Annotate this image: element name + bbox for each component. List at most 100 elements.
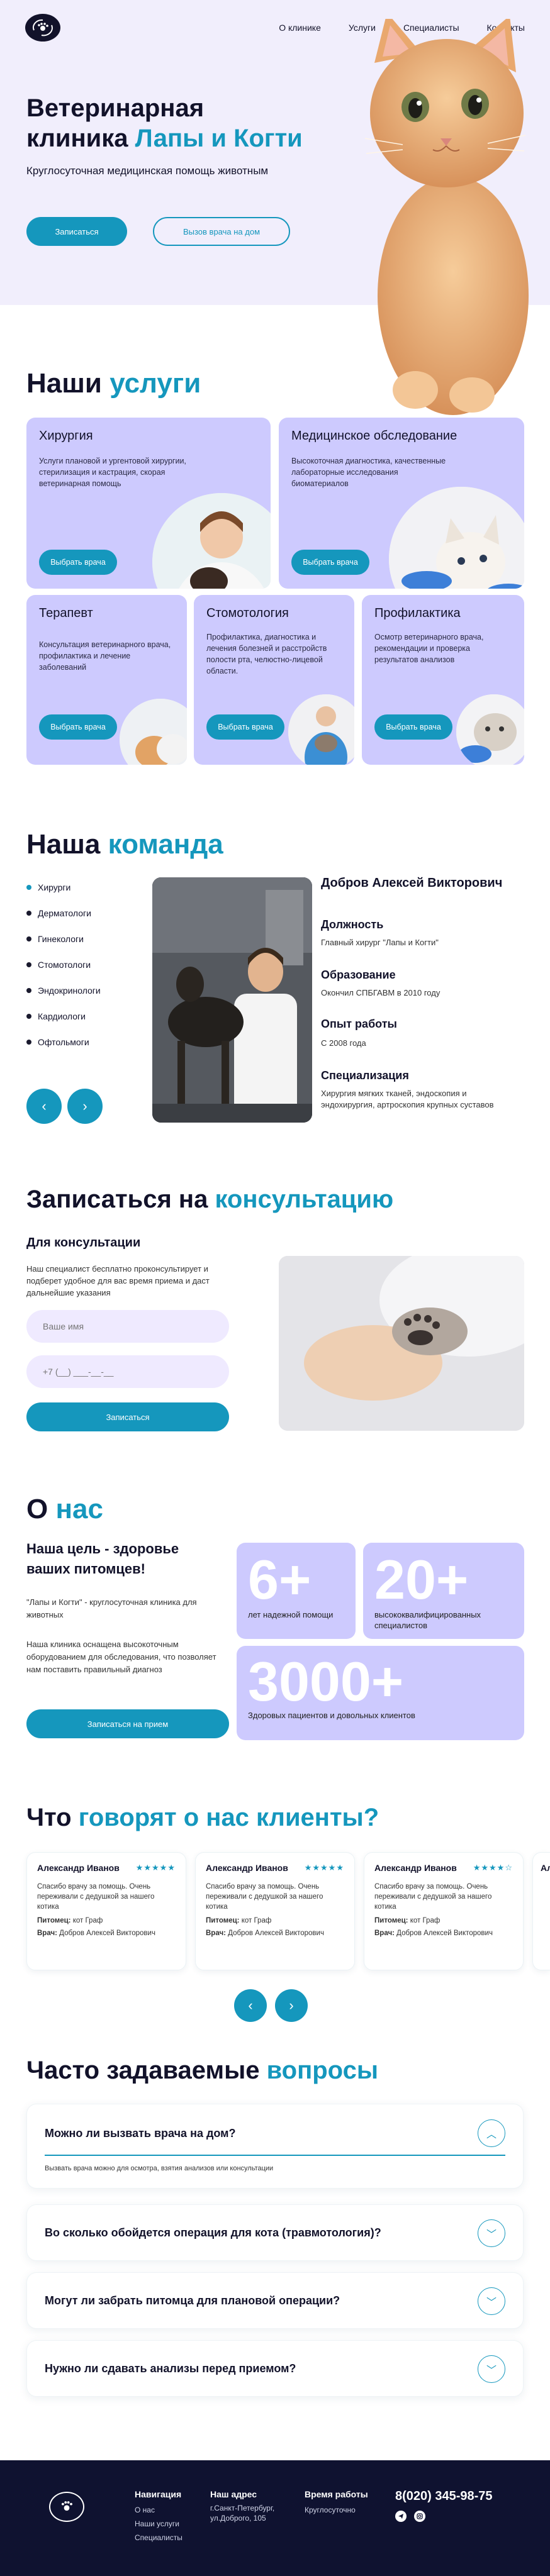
faq-title-plain: Часто задаваемые [26, 2057, 267, 2084]
chevron-down-icon[interactable]: ﹀ [478, 2355, 505, 2383]
about-title: О нас [26, 1494, 103, 1525]
stat-caption: лет надежной помощи [248, 1610, 334, 1619]
doctor-spec: Хирургия мягких тканей, эндоскопия и энд… [321, 1089, 494, 1109]
name-input[interactable] [26, 1310, 229, 1343]
specialty-label: Гинекологи [38, 933, 84, 944]
telegram-icon[interactable] [395, 2511, 407, 2522]
choose-doctor-button[interactable]: Выбрать врача [39, 550, 117, 575]
hero-title-line1: Ветеринарная [26, 94, 205, 122]
clinic-logo[interactable] [25, 14, 60, 42]
footer-phone[interactable]: 8(020) 345-98-75 [395, 2489, 493, 2504]
footer-logo[interactable] [49, 2492, 84, 2522]
choose-doctor-button[interactable]: Выбрать врача [39, 714, 117, 740]
about-heading: Наша цель - здоровье ваших питомцев! [26, 1541, 179, 1577]
specialty-item[interactable]: Стомотологи [26, 952, 101, 977]
chevron-up-icon[interactable]: ︿ [478, 2119, 505, 2147]
consult-title: Записаться на консультацию [26, 1185, 393, 1214]
service-card-text: Профилактика, диагностика и лечения боле… [206, 633, 327, 675]
choose-doctor-button[interactable]: Выбрать врача [206, 714, 284, 740]
specialty-label: Стомотологи [38, 959, 91, 970]
footer-address-heading: Наш адрес [210, 2489, 257, 2499]
footer-socials [395, 2511, 425, 2522]
faq-question: Могут ли забрать питомца для плановой оп… [45, 2294, 340, 2307]
footer-link-specialists[interactable]: Специалисты [135, 2531, 182, 2545]
about-title-accent: нас [55, 1494, 103, 1524]
review-doctor-value: Добров Алексей Викторович [59, 1929, 155, 1937]
specialty-label: Эндокринологи [38, 985, 101, 996]
service-card-exam[interactable]: Медицинское обследование Высокоточная ди… [279, 418, 524, 589]
review-text: Спасибо врачу за помощь. Очень переживал… [374, 1883, 492, 1911]
faq-title: Часто задаваемые вопросы [26, 2057, 378, 2085]
surgeon-photo [152, 493, 271, 589]
service-card-text: Высокоточная диагностика, качественные л… [291, 457, 446, 488]
team-prev-button[interactable]: ‹ [26, 1089, 62, 1124]
stat-value: 6+ [248, 1548, 311, 1611]
faq-answer: Вызвать врача можно для осмотра, взятия … [45, 2165, 274, 2172]
team-title: Наша команда [26, 829, 223, 860]
specialty-item[interactable]: Эндокринологи [26, 977, 101, 1003]
hero-title-line2: клиника [26, 125, 135, 152]
specialty-item[interactable]: Дерматологи [26, 900, 101, 926]
nav-about[interactable]: О клинике [279, 23, 321, 33]
cat-exam-photo [389, 487, 524, 589]
home-call-button[interactable]: Вызов врача на дом [153, 217, 290, 246]
doctor-spec-heading: Специализация [321, 1069, 409, 1082]
review-author: Александр [541, 1863, 550, 1873]
consult-title-accent: консультацию [215, 1185, 394, 1213]
faq-item[interactable]: Могут ли забрать питомца для плановой оп… [26, 2272, 524, 2329]
chevron-down-icon[interactable]: ﹀ [478, 2219, 505, 2247]
stat-caption: Здоровых пациентов и довольных клиентов [248, 1711, 415, 1720]
reviews-prev-button[interactable]: ‹ [234, 1989, 267, 2022]
bullet-icon [26, 987, 31, 993]
doctor-education-heading: Образование [321, 969, 396, 981]
faq-item[interactable]: Нужно ли сдавать анализы перед приемом? … [26, 2340, 524, 2397]
review-card: Александр Иванов ★★★★★ Спасибо врачу за … [26, 1852, 186, 1970]
specialty-label: Офтольмоги [38, 1036, 89, 1047]
service-card-dentistry[interactable]: Стомотология Профилактика, диагностика и… [194, 595, 354, 765]
specialty-item[interactable]: Хирурги [26, 874, 101, 900]
faq-item-open[interactable]: Можно ли вызвать врача на дом? ︿ Вызвать… [26, 2104, 524, 2189]
review-pet: Питомец: кот Граф [374, 1917, 513, 1924]
choose-doctor-button[interactable]: Выбрать врача [291, 550, 369, 575]
service-card-prevention[interactable]: Профилактика Осмотр ветеринарного врача,… [362, 595, 524, 765]
review-doctor-label: Врач: [37, 1929, 57, 1937]
hero-title-brand: Лапы и Когти [135, 125, 303, 152]
service-card-title: Профилактика [374, 606, 461, 620]
review-card: Александр Иванов ★★★★☆ Спасибо врачу за … [364, 1852, 524, 1970]
choose-doctor-button[interactable]: Выбрать врача [374, 714, 452, 740]
footer-nav: Навигация О нас Наши услуги Специалисты [135, 2489, 182, 2545]
specialty-item[interactable]: Кардиологи [26, 1003, 101, 1029]
chevron-left-icon: ‹ [42, 1098, 47, 1114]
bullet-icon [26, 962, 31, 967]
specialty-item[interactable]: Офтольмоги [26, 1029, 101, 1055]
specialty-label: Кардиологи [38, 1011, 86, 1021]
about-paragraph-1: "Лапы и Когти" - круглосуточная клиника … [26, 1597, 197, 1619]
instagram-icon[interactable] [414, 2511, 425, 2522]
stat-years: 6+ лет надежной помощи [237, 1543, 356, 1639]
stat-caption: высококвалифицированных специалистов [374, 1610, 481, 1630]
specialty-item[interactable]: Гинекологи [26, 926, 101, 952]
paw-logo-icon [33, 19, 53, 36]
reviews-next-button[interactable]: › [275, 1989, 308, 2022]
consult-submit-button[interactable]: Записаться [26, 1402, 229, 1431]
consult-description: Наш специалист бесплатно проконсультируе… [26, 1264, 210, 1297]
review-pet-label: Питомец: [37, 1917, 71, 1924]
service-card-therapist[interactable]: Терапевт Консультация ветеринарного врач… [26, 595, 187, 765]
service-card-surgery[interactable]: Хирургия Услуги плановой и ургентовой хи… [26, 418, 271, 589]
specialty-label: Дерматологи [38, 908, 91, 918]
review-card-partial: Александр [532, 1852, 550, 1970]
footer-link-services[interactable]: Наши услуги [135, 2517, 182, 2531]
team-title-plain: Наша [26, 829, 108, 860]
stat-patients: 3000+ Здоровых пациентов и довольных кли… [237, 1646, 524, 1740]
phone-input[interactable] [26, 1355, 229, 1388]
team-next-button[interactable]: › [67, 1089, 103, 1124]
chevron-down-icon[interactable]: ﹀ [478, 2287, 505, 2315]
signup-button[interactable]: Записаться [26, 217, 127, 246]
doctor-experience-heading: Опыт работы [321, 1018, 397, 1030]
footer-link-about[interactable]: О нас [135, 2503, 182, 2517]
prevention-photo [456, 694, 524, 765]
faq-item[interactable]: Во сколько обойдется операция для кота (… [26, 2204, 524, 2261]
specialty-label: Хирурги [38, 882, 71, 892]
bullet-icon [26, 936, 31, 941]
about-signup-button[interactable]: Записаться на прием [26, 1709, 229, 1738]
